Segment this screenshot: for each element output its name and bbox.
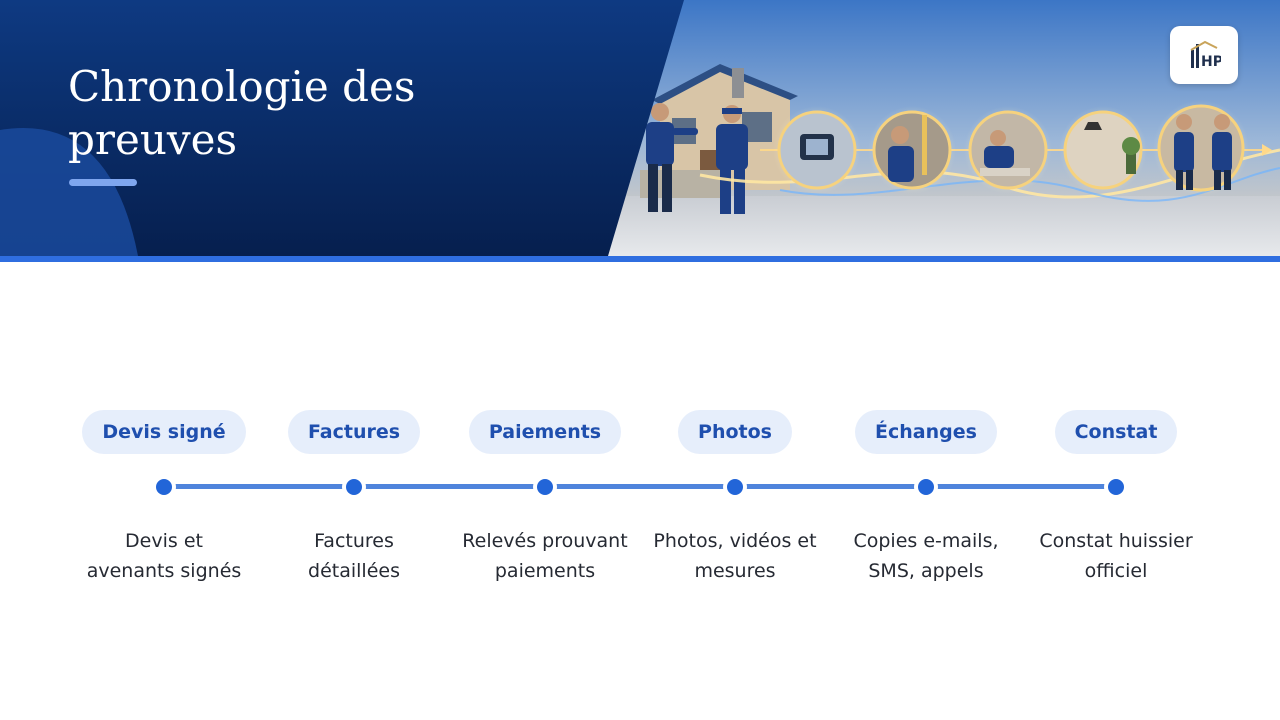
step-label: Échanges (855, 410, 997, 454)
timeline-step-photos: Photos Photos, vidéos et mesures (635, 400, 835, 582)
page-title: Chronologie des preuves (68, 62, 416, 164)
timeline-track (164, 484, 1117, 489)
step-description: Factures détaillées (308, 530, 400, 582)
timeline-step-devis: Devis signé Devis et avenants signés (64, 400, 264, 582)
header-accent-line (0, 256, 1280, 262)
timeline-step-echanges: Échanges Copies e-mails, SMS, appels (826, 400, 1026, 582)
step-description: Devis et avenants signés (86, 530, 242, 582)
building-logo-icon: HP (1190, 40, 1221, 70)
step-label: Paiements (468, 410, 622, 454)
svg-text:HP: HP (1201, 54, 1221, 70)
step-label: Photos (678, 410, 792, 454)
timeline-step-factures: Factures Factures détaillées (254, 400, 454, 582)
step-marker (1108, 479, 1124, 495)
step-marker (156, 479, 172, 495)
step-marker (537, 479, 553, 495)
step-marker (918, 479, 934, 495)
step-label: Devis signé (82, 410, 246, 454)
company-logo: HP (1170, 26, 1238, 84)
timeline-step-paiements: Paiements Relevés prouvant paiements (445, 400, 645, 582)
title-underline (69, 179, 137, 186)
evidence-timeline: Devis signé Devis et avenants signés Fac… (0, 400, 1280, 600)
step-label: Factures (287, 410, 421, 454)
step-description: Photos, vidéos et mesures (653, 530, 817, 582)
header-banner: Chronologie des preuves HP (0, 0, 1280, 262)
step-description: Constat huissier officiel (1039, 530, 1193, 582)
step-marker (727, 479, 743, 495)
step-marker (346, 479, 362, 495)
step-description: Relevés prouvant paiements (462, 530, 628, 582)
timeline-step-constat: Constat Constat huissier officiel (1016, 400, 1216, 582)
step-label: Constat (1054, 410, 1178, 454)
step-description: Copies e-mails, SMS, appels (853, 530, 999, 582)
